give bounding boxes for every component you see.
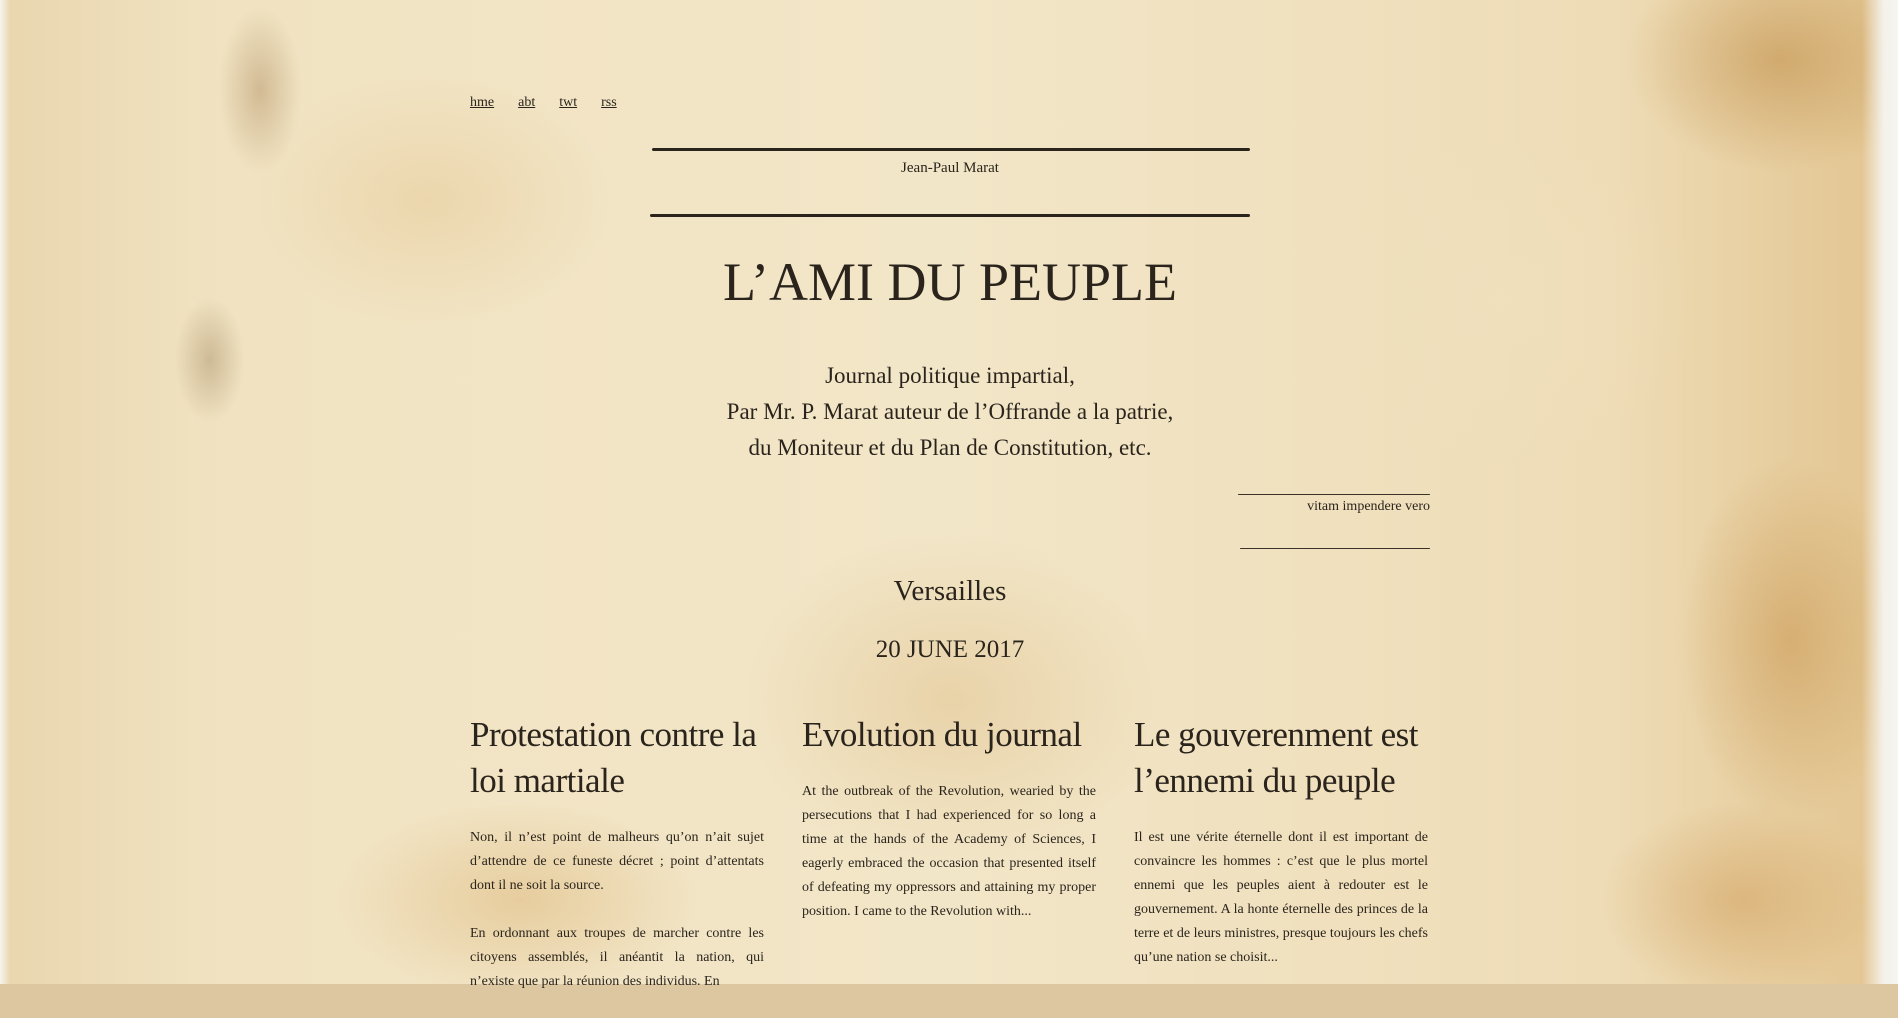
author-bottom-rule <box>650 214 1250 217</box>
article-excerpt: Non, il n’est point de malheurs qu’on n’… <box>470 830 764 893</box>
issue-date: 20 JUNE 2017 <box>875 636 1025 663</box>
article-card: Evolution du journal At the outbreak of … <box>802 712 1096 1018</box>
nav-about-link[interactable]: abt <box>518 95 535 111</box>
article-card: Le gouverenment est l’ennemi du peuple I… <box>1134 712 1428 1018</box>
article-title-link[interactable]: Protestation contre la loi martiale <box>470 712 764 804</box>
motto-top-rule <box>1238 494 1430 495</box>
nav-twitter-link[interactable]: twt <box>559 95 577 111</box>
masthead-subtitle: Journal politique impartial, Par Mr. P. … <box>600 358 1300 466</box>
article-card: Protestation contre la loi martiale Non,… <box>470 712 764 1018</box>
paper-edge-right <box>1862 0 1898 984</box>
nav-home-link[interactable]: hme <box>470 95 494 111</box>
article-title-link[interactable]: Le gouverenment est l’ennemi du peuple <box>1134 712 1428 804</box>
article-excerpt: Il est une vérite éternelle dont il est … <box>1134 830 1428 965</box>
article-title-link[interactable]: Evolution du journal <box>802 712 1096 758</box>
top-nav: hme abt twt rss <box>470 95 617 111</box>
author-name: Jean-Paul Marat <box>901 160 999 176</box>
nav-rss-link[interactable]: rss <box>601 95 617 111</box>
paper-edge-left <box>0 0 10 984</box>
article-excerpt: En ordonnant aux troupes de marcher cont… <box>470 926 764 989</box>
masthead-title: L’AMI DU PEUPLE <box>722 252 1178 312</box>
subtitle-line: Par Mr. P. Marat auteur de l’Offrande a … <box>726 399 1174 424</box>
motto-bottom-rule <box>1240 548 1430 549</box>
issue-location: Versailles <box>893 575 1007 607</box>
article-columns: Protestation contre la loi martiale Non,… <box>470 712 1430 1018</box>
motto: vitam impendere vero <box>1307 499 1430 514</box>
article-excerpt: At the outbreak of the Revolution, weari… <box>802 784 1096 919</box>
subtitle-line: Journal politique impartial, <box>825 363 1075 388</box>
author-top-rule <box>652 148 1250 151</box>
subtitle-line: du Moniteur et du Plan de Constitution, … <box>748 435 1152 460</box>
